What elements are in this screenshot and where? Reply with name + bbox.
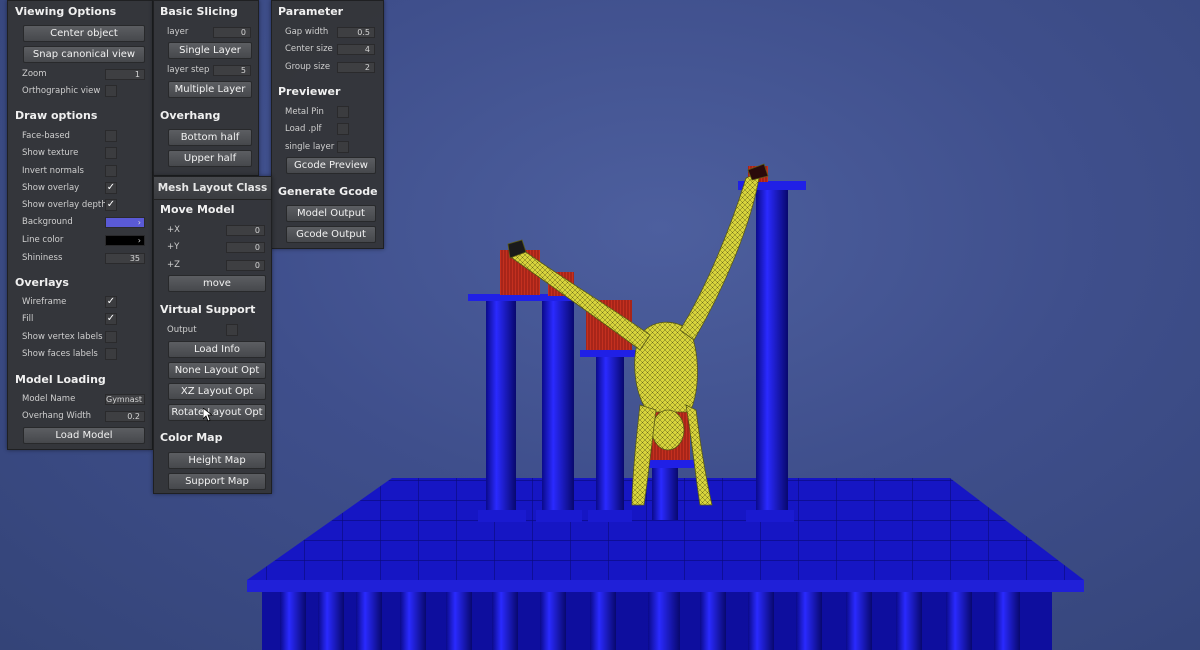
load-model-button[interactable]: Load Model (23, 427, 145, 444)
show-texture-checkbox[interactable] (105, 147, 117, 159)
previewer-title: Previewer (278, 85, 341, 98)
center-object-button[interactable]: Center object (23, 25, 145, 42)
zoom-label: Zoom (22, 69, 47, 79)
model-output-button[interactable]: Model Output (286, 205, 376, 222)
z-field[interactable]: 0 (226, 260, 265, 271)
viewing-options-panel: Viewing Options Center object Snap canon… (7, 0, 153, 450)
model-name-label: Model Name (22, 394, 76, 404)
multiple-layer-button[interactable]: Multiple Layer (168, 81, 252, 98)
mesh-layout-panel: Mesh Layout Class Move Model +X 0 +Y 0 +… (153, 176, 272, 494)
x-label: +X (167, 225, 180, 235)
show-overlay-label: Show overlay (22, 183, 80, 193)
z-label: +Z (167, 260, 180, 270)
single-layer-checkbox[interactable] (337, 141, 349, 153)
layer-field[interactable]: 0 (213, 27, 251, 38)
orthographic-view-checkbox[interactable] (105, 85, 117, 97)
x-field[interactable]: 0 (226, 225, 265, 236)
support-map-button[interactable]: Support Map (168, 473, 266, 490)
viewing-options-title: Viewing Options (15, 5, 117, 18)
show-vertex-labels-checkbox[interactable] (105, 331, 117, 343)
background-color-swatch[interactable]: › (105, 217, 145, 228)
xz-layout-opt-button[interactable]: XZ Layout Opt (168, 383, 266, 400)
gap-width-field[interactable]: 0.5 (337, 27, 375, 38)
upper-half-button[interactable]: Upper half (168, 150, 252, 167)
invert-normals-label: Invert normals (22, 166, 84, 176)
group-size-field[interactable]: 2 (337, 62, 375, 73)
parameter-panel: Parameter Gap width 0.5 Center size 4 Gr… (271, 0, 384, 249)
shininess-label: Shininess (22, 253, 63, 263)
fill-checkbox[interactable]: ✓ (105, 313, 117, 325)
show-overlay-checkbox[interactable]: ✓ (105, 182, 117, 194)
snap-canonical-view-button[interactable]: Snap canonical view (23, 46, 145, 63)
face-based-label: Face-based (22, 131, 70, 141)
orthographic-view-label: Orthographic view (22, 86, 101, 96)
bottom-half-button[interactable]: Bottom half (168, 129, 252, 146)
gcode-preview-button[interactable]: Gcode Preview (286, 157, 376, 174)
output-label: Output (167, 325, 197, 335)
model-loading-title: Model Loading (15, 373, 106, 386)
background-label: Background (22, 217, 73, 227)
generate-gcode-title: Generate Gcode (278, 185, 378, 198)
load-plf-checkbox[interactable] (337, 123, 349, 135)
layer-step-field[interactable]: 5 (213, 65, 251, 76)
draw-options-title: Draw options (15, 109, 98, 122)
show-vertex-labels-label: Show vertex labels (22, 332, 103, 342)
show-overlay-depth-label: Show overlay depth (22, 200, 107, 210)
basic-slicing-title: Basic Slicing (160, 5, 238, 18)
layer-step-label: layer step (167, 65, 210, 75)
rotate-layout-opt-button[interactable]: Rotate Layout Opt (168, 404, 266, 421)
single-layer-label: single layer (285, 142, 335, 152)
fill-label: Fill (22, 314, 34, 324)
wireframe-checkbox[interactable]: ✓ (105, 296, 117, 308)
gcode-output-button[interactable]: Gcode Output (286, 226, 376, 243)
basic-slicing-panel: Basic Slicing layer 0 Single Layer layer… (153, 0, 259, 176)
load-info-button[interactable]: Load Info (168, 341, 266, 358)
y-label: +Y (167, 242, 180, 252)
mouse-cursor-icon (203, 408, 213, 422)
zoom-field[interactable]: 1 (105, 69, 145, 80)
show-faces-labels-checkbox[interactable] (105, 348, 117, 360)
metal-pin-checkbox[interactable] (337, 106, 349, 118)
overhang-width-label: Overhang Width (22, 411, 92, 421)
single-layer-button[interactable]: Single Layer (168, 42, 252, 59)
none-layout-opt-button[interactable]: None Layout Opt (168, 362, 266, 379)
overhang-title: Overhang (160, 109, 221, 122)
metal-pin-label: Metal Pin (285, 107, 324, 117)
move-button[interactable]: move (168, 275, 266, 292)
show-faces-labels-label: Show faces labels (22, 349, 98, 359)
overlays-title: Overlays (15, 276, 69, 289)
line-color-label: Line color (22, 235, 64, 245)
y-field[interactable]: 0 (226, 242, 265, 253)
output-checkbox[interactable] (226, 324, 238, 336)
group-size-label: Group size (285, 62, 331, 72)
shininess-field[interactable]: 35 (105, 253, 145, 264)
center-size-label: Center size (285, 44, 333, 54)
show-texture-label: Show texture (22, 148, 79, 158)
show-overlay-depth-checkbox[interactable]: ✓ (105, 199, 117, 211)
layer-label: layer (167, 27, 189, 37)
red-support-fibers (500, 166, 768, 460)
model-name-field[interactable]: Gymnast (105, 394, 145, 405)
load-plf-label: Load .plf (285, 124, 322, 134)
line-color-swatch[interactable]: › (105, 235, 145, 246)
gap-width-label: Gap width (285, 27, 329, 37)
parameter-title: Parameter (278, 5, 344, 18)
virtual-support-title: Virtual Support (160, 303, 256, 316)
color-map-title: Color Map (160, 431, 223, 444)
height-map-button[interactable]: Height Map (168, 452, 266, 469)
mesh-layout-title[interactable]: Mesh Layout Class (154, 177, 271, 200)
overhang-width-field[interactable]: 0.2 (105, 411, 145, 422)
wireframe-label: Wireframe (22, 297, 67, 307)
invert-normals-checkbox[interactable] (105, 165, 117, 177)
face-based-checkbox[interactable] (105, 130, 117, 142)
move-model-title: Move Model (160, 203, 235, 216)
center-size-field[interactable]: 4 (337, 44, 375, 55)
